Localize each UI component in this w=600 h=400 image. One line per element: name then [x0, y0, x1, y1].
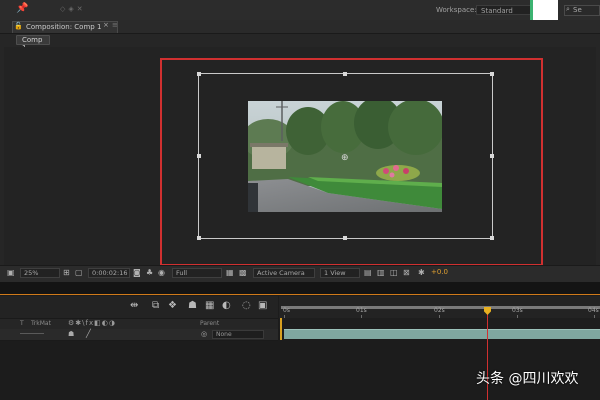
layer-duration-bar[interactable] [284, 329, 600, 339]
column-switches: ⚙✱\fx◧◐◑ [68, 319, 116, 327]
layer-trkmat-dropdown[interactable] [20, 333, 44, 334]
close-icon[interactable]: × [103, 21, 109, 29]
resolution-select[interactable]: Full [172, 268, 222, 278]
quality-switch-icon[interactable]: ╱ [86, 329, 91, 338]
comp-breadcrumb-tab[interactable]: Comp 1 [16, 35, 50, 52]
snapshot-icon[interactable]: ◙ [133, 268, 141, 277]
anchor-point-icon[interactable]: ⊕ [341, 153, 349, 163]
timeline-track-header [279, 318, 600, 329]
ruler-label: 02s [434, 307, 445, 314]
transform-handle-right[interactable] [490, 154, 494, 158]
camera-view-select[interactable]: Active Camera [253, 268, 315, 278]
channel-icon[interactable]: ◉ [158, 268, 165, 277]
toggle-pixel-aspect-icon[interactable]: ▤ [364, 268, 372, 277]
transform-handle-left[interactable] [197, 154, 201, 158]
column-parent: Parent [200, 320, 220, 327]
ruler-label: 0s [283, 307, 290, 314]
view-layout-select[interactable]: 1 View [320, 268, 360, 278]
layer-in-point[interactable] [280, 318, 282, 340]
flowchart-icon[interactable]: ⊠ [403, 268, 410, 277]
transform-handle-bottom-left[interactable] [197, 236, 201, 240]
fast-previews-icon[interactable]: ▥ [377, 268, 385, 277]
layer-list-empty-area [0, 341, 278, 400]
transparency-grid-icon[interactable]: ▩ [239, 268, 247, 277]
shy-switch-icon[interactable]: ☗ [68, 330, 74, 338]
transform-handle-bottom[interactable] [343, 236, 347, 240]
panel-menu-icon[interactable]: ≡ [112, 21, 118, 29]
transform-handle-top[interactable] [343, 72, 347, 76]
search-icon: ⌕ [566, 5, 570, 13]
ruler-label: 01s [356, 307, 367, 314]
composition-mini-flowchart-icon[interactable]: ⇹ [130, 300, 138, 311]
magnification-select[interactable]: 25% [20, 268, 60, 278]
show-snapshot-icon[interactable]: ♣ [146, 268, 153, 277]
frame-blending-icon[interactable]: ▦ [205, 300, 214, 311]
draft-3d-icon[interactable]: ❖ [168, 300, 177, 311]
column-t: T [20, 320, 24, 327]
brainstorm-icon[interactable]: ▣ [258, 300, 267, 311]
live-update-icon[interactable]: ⧉ [152, 300, 159, 311]
lock-icon[interactable]: 🔓 [14, 22, 23, 30]
current-time-field[interactable]: 0:00:02:16 [88, 268, 130, 278]
watermark: 头条 @四川欢欢 [476, 371, 579, 387]
safe-zones-icon[interactable]: ⊞ [63, 268, 70, 277]
transform-handle-bottom-right[interactable] [490, 236, 494, 240]
region-of-interest-icon[interactable]: ▦ [226, 268, 234, 277]
exposure-value[interactable]: +0.0 [431, 268, 448, 276]
ruler-label: 04s [588, 307, 599, 314]
ruler-label: 03s [512, 307, 523, 314]
pin-icon[interactable]: 📌 [16, 3, 28, 14]
column-trkmat: TrkMat [31, 320, 51, 327]
timeline-toolbar [0, 296, 278, 318]
toolbar-tool-icons[interactable]: ◇◈✕ [60, 5, 86, 13]
transform-handle-top-left[interactable] [197, 72, 201, 76]
panel-divider[interactable] [0, 282, 600, 294]
transform-handle-top-right[interactable] [490, 72, 494, 76]
parent-select[interactable]: None [212, 330, 264, 339]
timeline-icon[interactable]: ◫ [390, 268, 398, 277]
hide-shy-layers-icon[interactable]: ☗ [188, 300, 197, 311]
pick-whip-icon[interactable]: ◎ [201, 330, 207, 338]
motion-blur-icon[interactable]: ◐ [222, 300, 231, 311]
graph-editor-icon[interactable]: ◌ [242, 300, 251, 311]
workspace-label: Workspace: [436, 6, 477, 14]
always-preview-icon[interactable]: ▣ [7, 268, 15, 277]
mask-visibility-icon[interactable]: ▢ [75, 268, 83, 277]
help-button[interactable] [530, 0, 558, 20]
reset-exposure-icon[interactable]: ✱ [418, 268, 425, 277]
